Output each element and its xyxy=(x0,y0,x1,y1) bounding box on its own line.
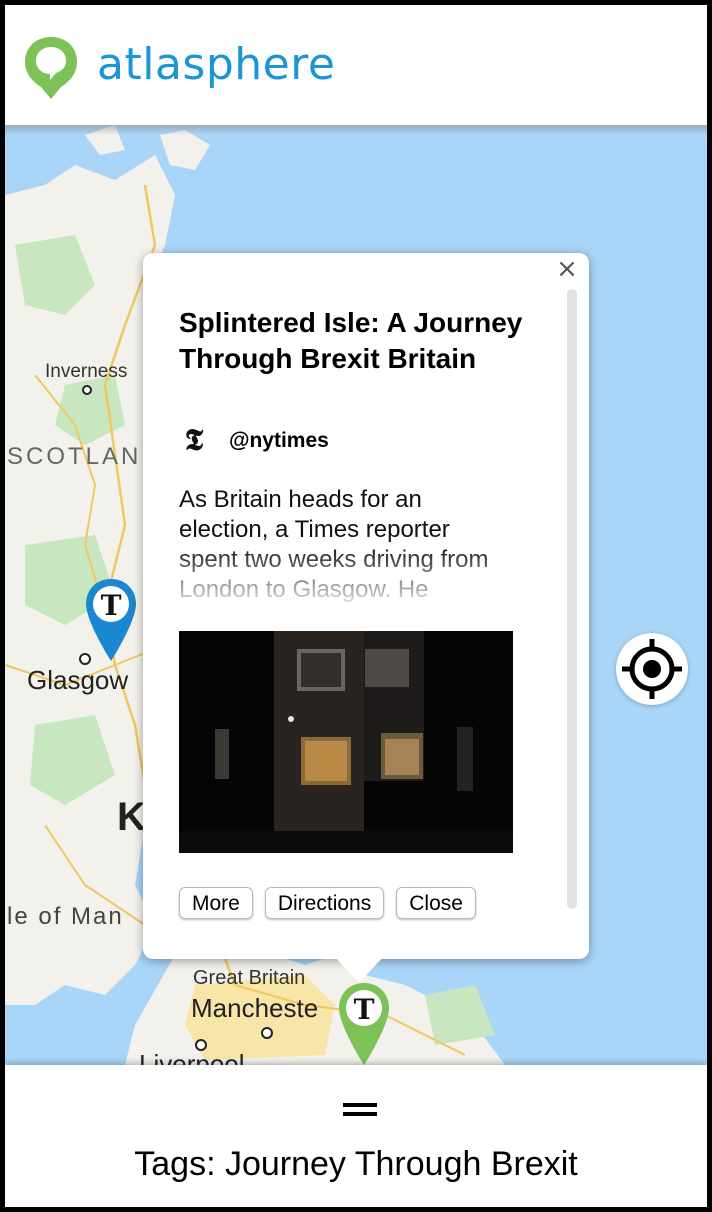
map-pin-glasgow[interactable]: T xyxy=(83,577,139,663)
brand-name[interactable]: atlasphere xyxy=(97,35,335,95)
more-button[interactable]: More xyxy=(179,887,253,919)
app-frame: atlasphere Inverness SCOTLAN Glasgow K l… xyxy=(0,0,712,1212)
speech-bubble-pin-icon[interactable] xyxy=(23,35,79,101)
map-top-shadow xyxy=(5,125,707,135)
article-photo xyxy=(179,631,513,853)
bottom-panel[interactable]: Tags: Journey Through Brexit xyxy=(5,1065,707,1207)
label-great-britain: Great Britain xyxy=(193,967,306,989)
close-button[interactable]: Close xyxy=(396,887,476,919)
label-kingdom: K xyxy=(117,795,146,839)
dot-manchester xyxy=(261,1027,273,1039)
nytimes-logo-icon: T xyxy=(354,993,375,1026)
drag-handle-icon[interactable] xyxy=(343,1103,377,1119)
directions-button[interactable]: Directions xyxy=(264,887,385,919)
label-glasgow: Glasgow xyxy=(27,665,129,695)
tags-label: Tags: Journey Through Brexit xyxy=(134,1145,578,1183)
dot-inverness xyxy=(82,385,92,395)
label-liverpool: Liverpool xyxy=(139,1049,245,1065)
popup-tail xyxy=(335,957,383,983)
map-pin-manchester[interactable]: T xyxy=(336,981,392,1065)
article-image[interactable] xyxy=(179,631,513,853)
popup-scrollbar[interactable] xyxy=(567,289,577,909)
crosshair-icon xyxy=(622,639,682,699)
header: atlasphere xyxy=(5,5,707,125)
description-fade xyxy=(179,545,519,609)
source-handle[interactable]: @nytimes xyxy=(229,429,329,453)
locate-button[interactable] xyxy=(616,633,688,705)
label-isle-of-man: le of Man xyxy=(7,903,124,930)
label-inverness: Inverness xyxy=(45,361,128,382)
source-row: 𝕿 @nytimes xyxy=(179,423,329,459)
nytimes-logo-icon: T xyxy=(101,589,122,622)
article-popup: × Splintered Isle: A Journey Through Bre… xyxy=(143,253,589,959)
close-icon[interactable]: × xyxy=(555,256,579,282)
label-manchester: Mancheste xyxy=(191,993,319,1023)
article-title: Splintered Isle: A Journey Through Brexi… xyxy=(179,307,523,374)
popup-actions: More Directions Close xyxy=(179,887,476,919)
label-scotland: SCOTLAN xyxy=(7,443,142,470)
nytimes-logo-icon: 𝕿 xyxy=(184,423,204,458)
